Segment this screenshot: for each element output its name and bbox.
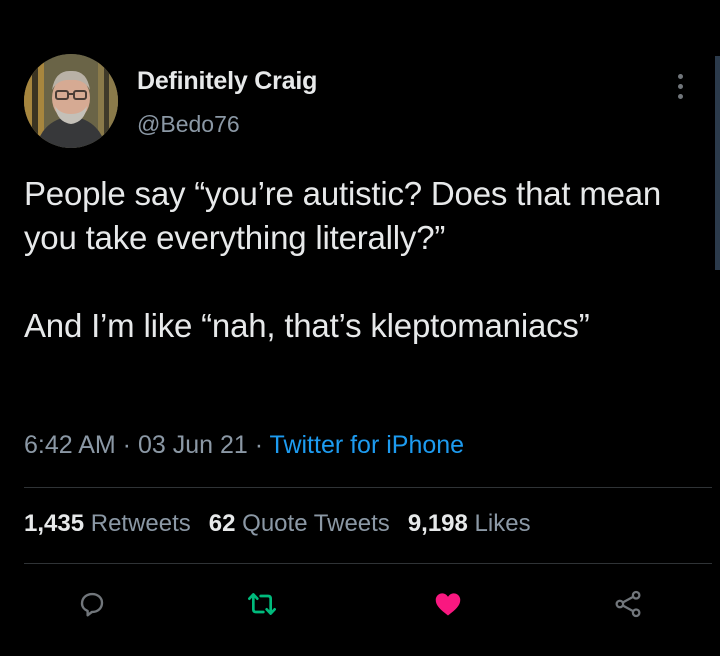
author-display-name[interactable]: Definitely Craig	[137, 66, 317, 96]
likes-label: Likes	[474, 510, 531, 537]
retweet-arrows-icon	[248, 593, 276, 615]
retweets-count: 1,435	[24, 510, 85, 537]
share-nodes-icon	[615, 590, 641, 618]
share-button[interactable]	[608, 584, 648, 624]
quote-tweets-label: Quote Tweets	[242, 510, 390, 537]
divider	[24, 487, 712, 488]
divider	[24, 563, 712, 564]
tweet-text: People say “you’re autistic? Does that m…	[24, 172, 704, 348]
more-dot-icon	[677, 83, 683, 89]
heart-icon	[435, 593, 461, 616]
likes-count: 9,198	[407, 510, 468, 537]
tweet-header: Definitely Craig @Bedo76	[24, 54, 696, 150]
tweet-meta: 6:42 AM · 03 Jun 21 · Twitter for iPhone	[24, 428, 464, 462]
quote-tweets-stat[interactable]: 62 Quote Tweets	[209, 510, 390, 537]
more-dot-icon	[677, 73, 683, 79]
scrollbar[interactable]	[715, 56, 720, 270]
tweet-paragraph: People say “you’re autistic? Does that m…	[24, 175, 662, 256]
reply-button[interactable]	[72, 584, 112, 624]
more-dot-icon	[677, 93, 683, 99]
quote-tweets-count: 62	[208, 510, 236, 537]
retweet-button[interactable]	[242, 584, 282, 624]
avatar-image	[24, 54, 118, 148]
speech-bubble-icon	[80, 592, 104, 617]
like-button[interactable]	[428, 584, 468, 624]
tweet-stats: 1,435 Retweets 62 Quote Tweets 9,198 Likes	[24, 507, 549, 541]
tweet-time[interactable]: 6:42 AM	[24, 431, 116, 459]
tweet-source[interactable]: Twitter for iPhone	[270, 431, 465, 459]
tweet-date[interactable]: 03 Jun 21	[138, 431, 248, 459]
meta-separator: ·	[115, 431, 138, 459]
avatar[interactable]	[24, 54, 118, 148]
retweets-label: Retweets	[90, 510, 191, 537]
retweets-stat[interactable]: 1,435 Retweets	[24, 510, 191, 537]
tweet-actions	[0, 584, 720, 624]
likes-stat[interactable]: 9,198 Likes	[408, 510, 531, 537]
tweet-paragraph: And I’m like “nah, that’s kleptomaniacs”	[24, 307, 590, 344]
tweet-detail: Definitely Craig @Bedo76 People say “you…	[0, 0, 720, 656]
meta-separator: ·	[247, 431, 270, 459]
author-names: Definitely Craig @Bedo76	[137, 66, 317, 138]
author-handle[interactable]: @Bedo76	[137, 110, 317, 138]
more-options-button[interactable]	[670, 66, 690, 106]
